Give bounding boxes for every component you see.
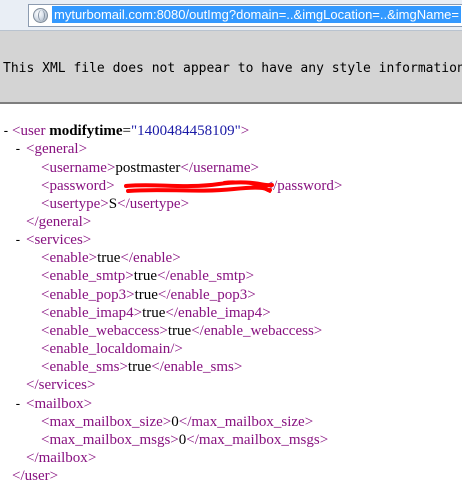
- collapse-toggle-user[interactable]: -: [2, 123, 12, 140]
- xml-line-enable-pop3: <enable_pop3>true</enable_pop3>: [41, 287, 256, 303]
- xml-line-user-open: <user modifytime="1400484458109">: [12, 123, 250, 139]
- collapse-toggle-general[interactable]: -: [14, 141, 24, 158]
- xml-line-enable-imap4: <enable_imap4>true</enable_imap4>: [41, 305, 271, 321]
- xml-line-general-close: </general>: [26, 214, 92, 230]
- xml-tree: - <user modifytime="1400484458109"> - <g…: [0, 0, 462, 484]
- xml-line-user-close: </user>: [12, 468, 59, 484]
- collapse-toggle-services[interactable]: -: [14, 232, 24, 249]
- xml-line-max-mailbox-msgs: <max_mailbox_msgs>0</max_mailbox_msgs>: [41, 432, 329, 448]
- xml-line-username: <username>postmaster</username>: [41, 160, 260, 176]
- xml-line-enable-sms: <enable_sms>true</enable_sms>: [41, 359, 243, 375]
- xml-line-enable: <enable>true</enable>: [41, 250, 181, 266]
- xml-line-password: <password> </password>: [41, 178, 343, 194]
- xml-line-mailbox-open: <mailbox>: [26, 396, 93, 412]
- xml-line-enable-webaccess: <enable_webaccess>true</enable_webaccess…: [41, 323, 323, 339]
- xml-line-services-open: <services>: [26, 232, 92, 248]
- xml-line-general-open: <general>: [26, 141, 88, 157]
- xml-line-usertype: <usertype>S</usertype>: [41, 196, 190, 212]
- xml-line-mailbox-close: </mailbox>: [26, 450, 97, 466]
- xml-line-services-close: </services>: [26, 377, 96, 393]
- xml-line-enable-localdomain: <enable_localdomain/>: [41, 341, 183, 357]
- xml-line-max-mailbox-size: <max_mailbox_size>0</max_mailbox_size>: [41, 414, 314, 430]
- xml-line-enable-smtp: <enable_smtp>true</enable_smtp>: [41, 268, 255, 284]
- collapse-toggle-mailbox[interactable]: -: [14, 396, 24, 413]
